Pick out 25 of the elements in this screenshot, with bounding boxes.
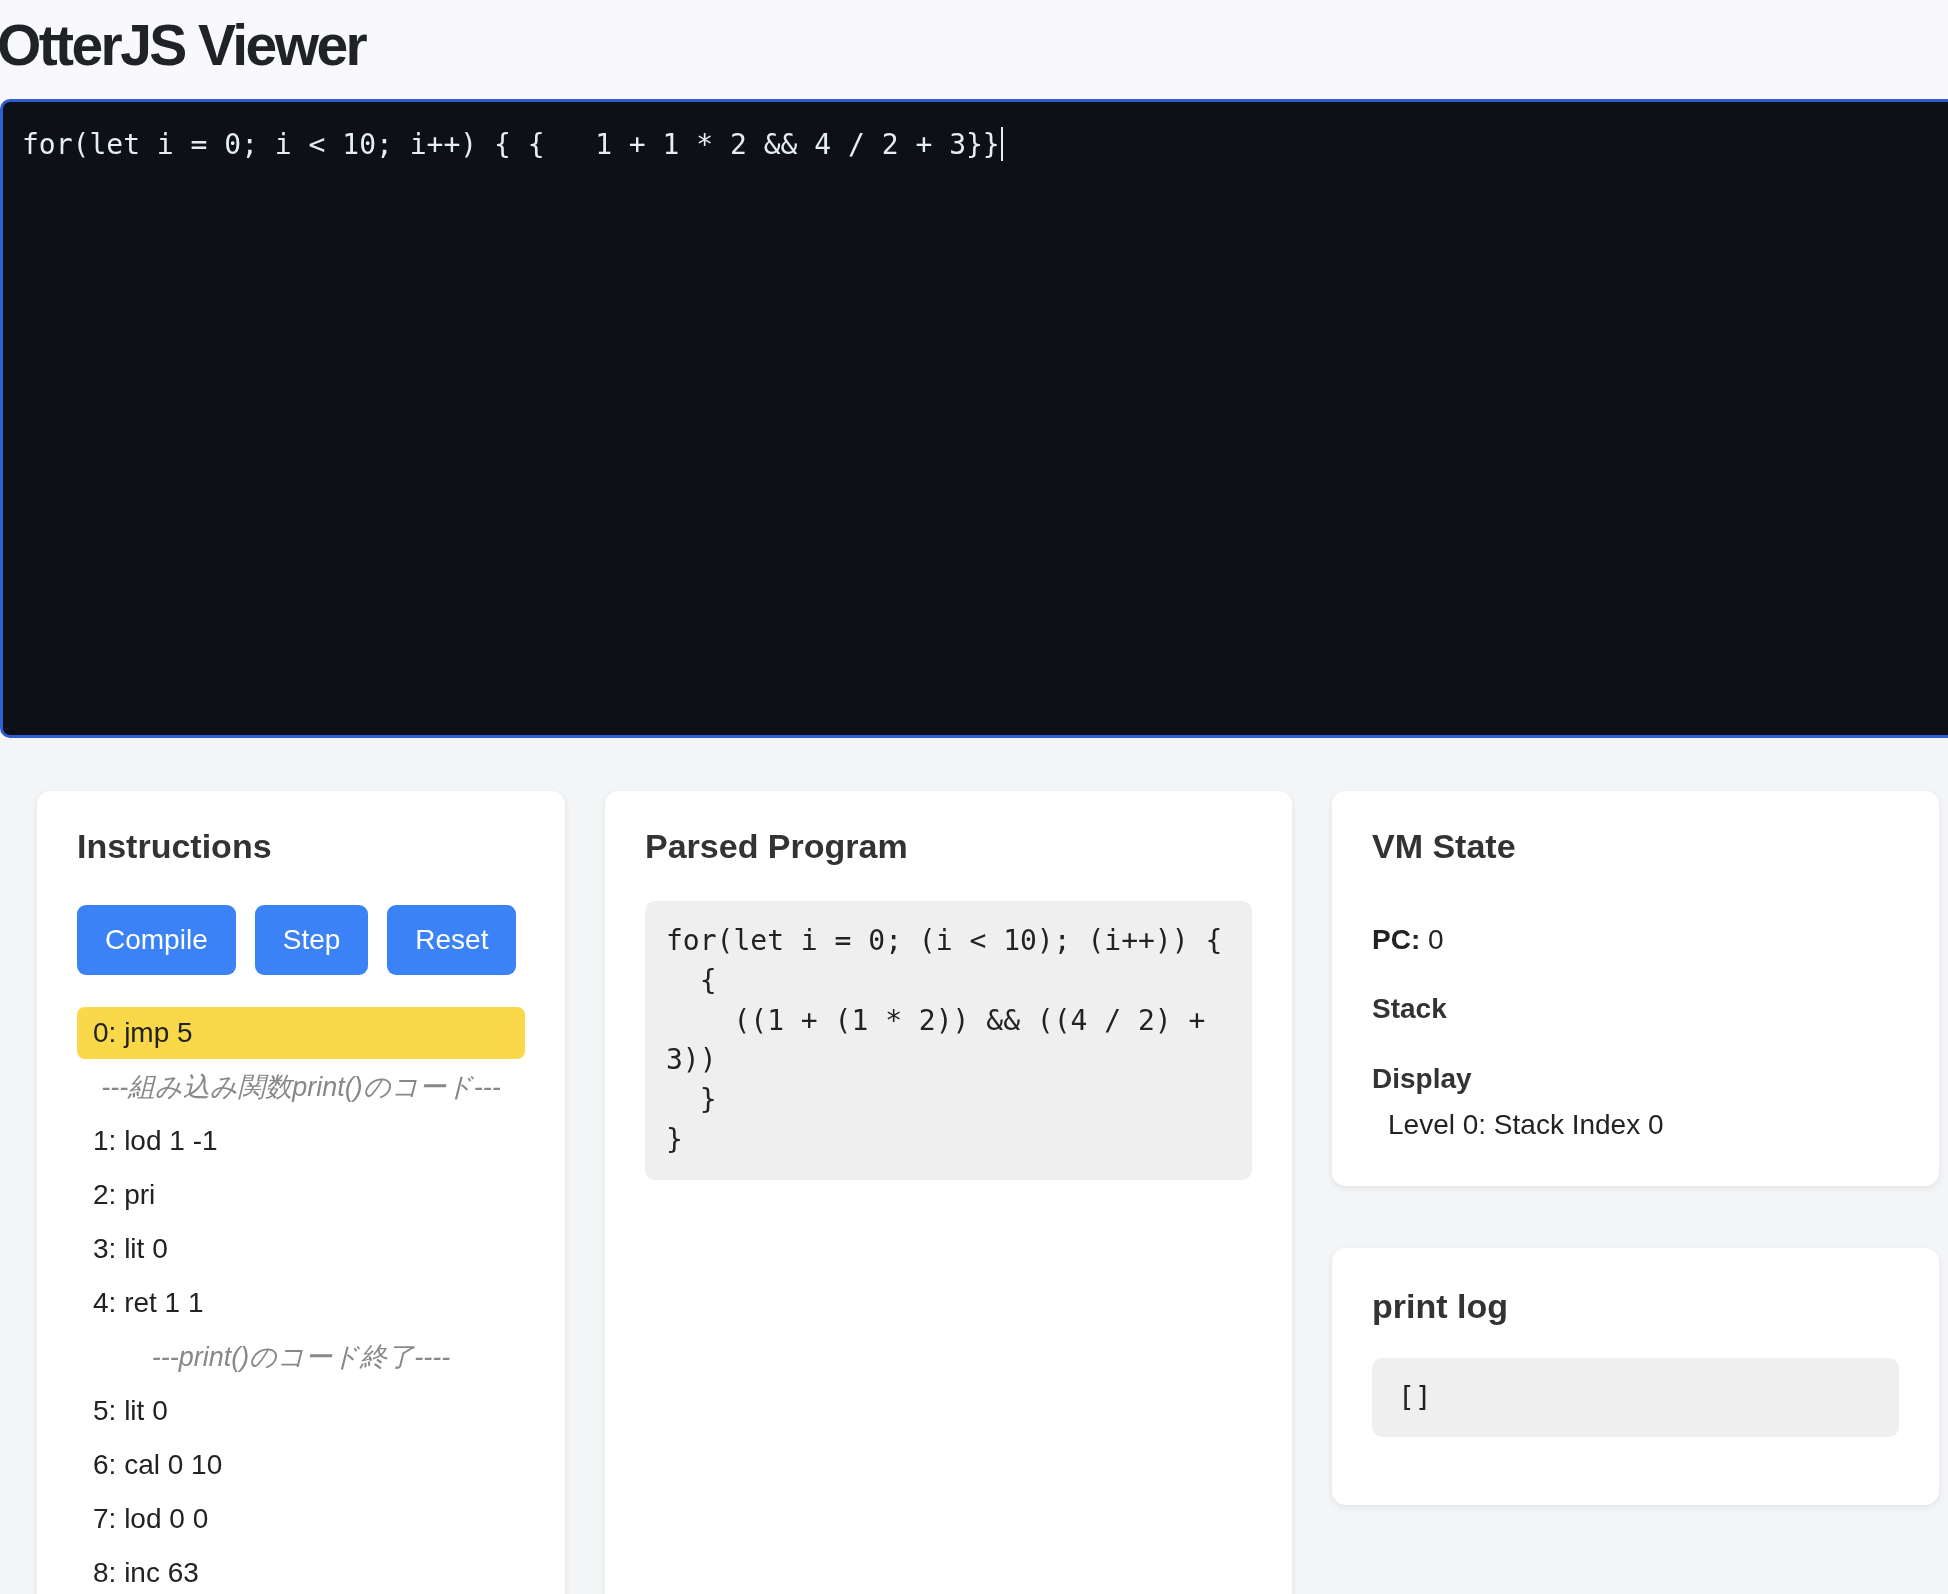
- section-heading: print log: [1372, 1286, 1508, 1327]
- instruction-item: 3: lit 0: [92, 1232, 169, 1266]
- print-output: []: [1372, 1358, 1899, 1437]
- instruction-item: 6: cal 0 10: [92, 1448, 224, 1482]
- instruction-item: 7: lod 0 0: [92, 1502, 210, 1536]
- display-entry: Level 0: Stack Index 0: [1388, 1108, 1664, 1142]
- section-heading: Parsed Program: [645, 826, 908, 867]
- section-heading: VM State: [1372, 826, 1516, 867]
- code-comment: ---組み込み関数print()のコード---: [100, 1071, 502, 1104]
- instruction-item: 4: ret 1 1: [92, 1286, 205, 1320]
- instruction-item: 0: jmp 5: [77, 1007, 525, 1059]
- action-button[interactable]: Reset: [387, 905, 517, 975]
- subsection-heading: Display: [1372, 1062, 1472, 1096]
- instruction-item: 8: inc 63: [92, 1556, 200, 1590]
- action-button[interactable]: Compile: [77, 905, 236, 975]
- subsection-heading: Stack: [1372, 992, 1447, 1026]
- program-counter: PC: 0: [1372, 923, 1444, 957]
- parsed-code: for(let i = 0; (i < 10); (i++)) { { ((1 + (1 * 2)) && ((4 / 2) + 3)) } }: [645, 901, 1252, 1180]
- instruction-item: 5: lit 0: [92, 1394, 169, 1428]
- instruction-item: 1: lod 1 -1: [92, 1124, 219, 1158]
- code-comment: ---print()のコード終了----: [150, 1341, 452, 1374]
- code-editor[interactable]: for(let i = 0; i < 10; i++) { { 1 + 1 * 2 && 4 / 2 + 3}}: [0, 99, 1948, 738]
- instruction-item: 2: pri: [92, 1178, 157, 1212]
- action-button[interactable]: Step: [254, 905, 369, 975]
- section-heading: Instructions: [77, 826, 272, 867]
